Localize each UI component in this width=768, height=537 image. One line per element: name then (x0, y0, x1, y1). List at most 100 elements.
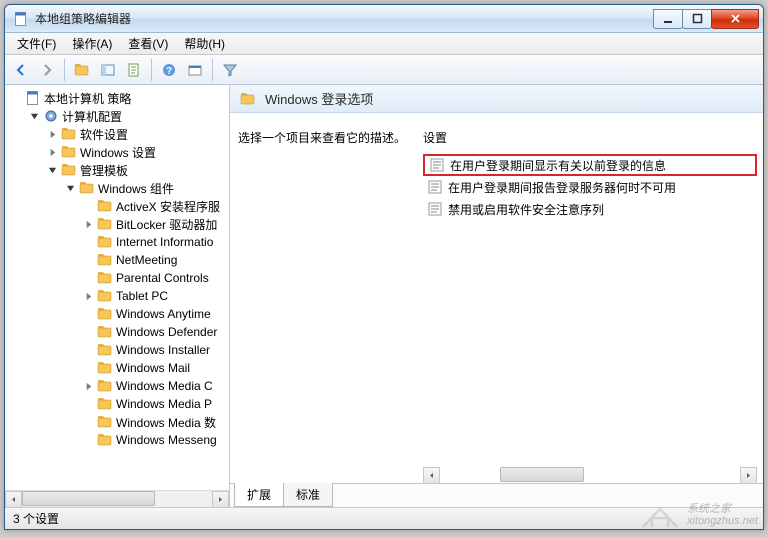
expander-icon[interactable] (27, 109, 41, 123)
scroll-right-button[interactable] (740, 467, 757, 484)
expander-icon (81, 415, 95, 429)
tab-extended[interactable]: 扩展 (234, 483, 284, 507)
expander-icon[interactable] (81, 379, 95, 393)
properties-button[interactable] (183, 58, 207, 82)
scroll-thumb[interactable] (22, 491, 155, 506)
tree-item[interactable]: ActiveX 安装程序服 (5, 197, 229, 215)
setting-label: 禁用或启用软件安全注意序列 (448, 201, 604, 218)
expander-icon[interactable] (81, 289, 95, 303)
doc-icon (25, 90, 41, 106)
tree-item[interactable]: Windows Mail (5, 359, 229, 377)
folder-icon (79, 180, 95, 196)
nav-tree-pane: 本地计算机 策略计算机配置软件设置Windows 设置管理模板Windows 组… (5, 85, 230, 507)
tree-label: ActiveX 安装程序服 (116, 198, 220, 215)
tree-label: Windows Media P (116, 397, 212, 411)
expander-icon[interactable] (45, 145, 59, 159)
scroll-right-button[interactable] (212, 491, 229, 508)
tree-label: 计算机配置 (62, 108, 122, 125)
expander-icon (81, 235, 95, 249)
folder-icon (97, 198, 113, 214)
tree-item[interactable]: Tablet PC (5, 287, 229, 305)
expander-icon (81, 361, 95, 375)
expander-icon[interactable] (45, 163, 59, 177)
folder-icon (97, 414, 113, 430)
tree-item[interactable]: Windows Anytime (5, 305, 229, 323)
gear-icon (43, 108, 59, 124)
tree-item[interactable]: Parental Controls (5, 269, 229, 287)
show-hide-tree-button[interactable] (96, 58, 120, 82)
folder-icon (97, 234, 113, 250)
content-hscrollbar[interactable] (423, 467, 757, 484)
nav-hscrollbar[interactable] (5, 490, 229, 507)
tree-item[interactable]: 计算机配置 (5, 107, 229, 125)
folder-icon (97, 378, 113, 394)
tree-item[interactable]: Windows 设置 (5, 143, 229, 161)
watermark-line1: 系统之家 (687, 503, 758, 515)
tree-item[interactable]: Windows Media 数 (5, 413, 229, 431)
nav-tree[interactable]: 本地计算机 策略计算机配置软件设置Windows 设置管理模板Windows 组… (5, 85, 229, 490)
tree-label: Parental Controls (116, 271, 209, 285)
tree-item[interactable]: 软件设置 (5, 125, 229, 143)
watermark-logo (639, 499, 681, 531)
close-button[interactable] (711, 9, 759, 29)
forward-button[interactable] (35, 58, 59, 82)
tree-item[interactable]: Windows 组件 (5, 179, 229, 197)
tree-item[interactable]: NetMeeting (5, 251, 229, 269)
menu-file[interactable]: 文件(F) (9, 33, 64, 54)
watermark: 系统之家 xitongzhus.net (639, 499, 758, 531)
filter-button[interactable] (218, 58, 242, 82)
settings-header: 设置 (423, 129, 757, 146)
setting-item[interactable]: 禁用或启用软件安全注意序列 (423, 198, 757, 220)
window-title: 本地组策略编辑器 (35, 10, 654, 27)
expander-icon[interactable] (45, 127, 59, 141)
menu-view[interactable]: 查看(V) (120, 33, 176, 54)
expander-icon (81, 307, 95, 321)
help-button[interactable]: ? (157, 58, 181, 82)
tree-item[interactable]: BitLocker 驱动器加 (5, 215, 229, 233)
svg-text:?: ? (166, 66, 172, 77)
tree-item[interactable]: 本地计算机 策略 (5, 89, 229, 107)
folder-icon (97, 288, 113, 304)
content-title: Windows 登录选项 (265, 89, 373, 108)
tree-item[interactable]: Windows Media C (5, 377, 229, 395)
scroll-left-button[interactable] (5, 491, 22, 508)
tree-label: Windows Defender (116, 325, 217, 339)
expander-icon[interactable] (81, 217, 95, 231)
window: 本地组策略编辑器 文件(F) 操作(A) 查看(V) 帮助(H) ? 本地计算机… (4, 4, 764, 530)
tree-label: Windows Media C (116, 379, 213, 393)
tree-item[interactable]: Windows Messeng (5, 431, 229, 449)
minimize-button[interactable] (653, 9, 683, 29)
folder-icon (61, 126, 77, 142)
tree-label: Windows Installer (116, 343, 210, 357)
folder-icon (97, 306, 113, 322)
folder-icon (97, 216, 113, 232)
tree-item[interactable]: Windows Installer (5, 341, 229, 359)
status-count: 3 个设置 (13, 510, 59, 527)
titlebar[interactable]: 本地组策略编辑器 (5, 5, 763, 33)
menu-help[interactable]: 帮助(H) (176, 33, 233, 54)
menu-action[interactable]: 操作(A) (64, 33, 120, 54)
tree-label: 管理模板 (80, 162, 128, 179)
tree-item[interactable]: 管理模板 (5, 161, 229, 179)
tree-label: Windows Messeng (116, 433, 217, 447)
tree-item[interactable]: Internet Informatio (5, 233, 229, 251)
tree-label: Tablet PC (116, 289, 168, 303)
scroll-thumb[interactable] (500, 467, 584, 482)
maximize-button[interactable] (682, 9, 712, 29)
tree-label: Windows Media 数 (116, 414, 216, 431)
tree-item[interactable]: Windows Media P (5, 395, 229, 413)
setting-item[interactable]: 在用户登录期间显示有关以前登录的信息 (423, 154, 757, 176)
tree-item[interactable]: Windows Defender (5, 323, 229, 341)
export-button[interactable] (122, 58, 146, 82)
scroll-left-button[interactable] (423, 467, 440, 484)
menubar: 文件(F) 操作(A) 查看(V) 帮助(H) (5, 33, 763, 55)
tree-label: BitLocker 驱动器加 (116, 216, 217, 233)
folder-icon (97, 324, 113, 340)
folder-icon (97, 360, 113, 376)
setting-item[interactable]: 在用户登录期间报告登录服务器何时不可用 (423, 176, 757, 198)
settings-list: 在用户登录期间显示有关以前登录的信息在用户登录期间报告登录服务器何时不可用禁用或… (423, 154, 757, 463)
expander-icon[interactable] (63, 181, 77, 195)
back-button[interactable] (9, 58, 33, 82)
up-button[interactable] (70, 58, 94, 82)
tab-standard[interactable]: 标准 (283, 483, 333, 507)
